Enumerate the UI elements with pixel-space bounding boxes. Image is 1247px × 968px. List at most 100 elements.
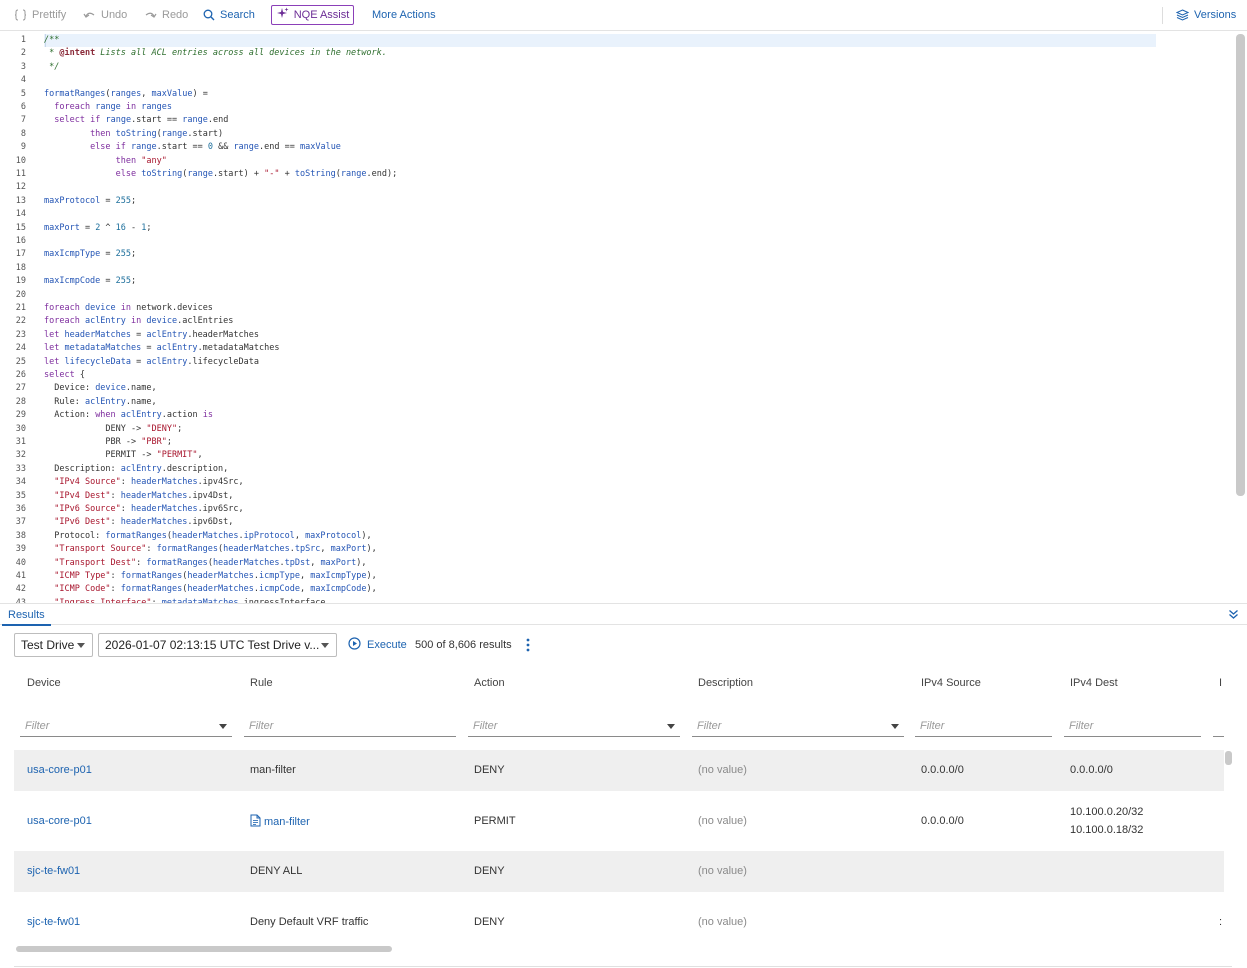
code-line[interactable]: foreach device in network.devices xyxy=(44,302,213,315)
code-line[interactable]: "Transport Dest": formatRanges(headerMat… xyxy=(44,557,366,570)
code-line[interactable]: maxPort = 2 ^ 16 - 1; xyxy=(44,222,152,235)
code-line[interactable]: formatRanges(ranges, maxValue) = xyxy=(44,88,208,101)
cell-ipv4-source: 0.0.0.0/0 xyxy=(921,815,964,827)
table-row[interactable]: sjc-te-fw01 Deny Default VRF traffic DEN… xyxy=(14,892,1224,933)
code-line[interactable]: Rule: aclEntry.name, xyxy=(44,396,156,409)
more-actions-button[interactable]: More Actions xyxy=(372,5,436,25)
code-token: "PBR" xyxy=(141,437,167,447)
table-vertical-scrollbar[interactable] xyxy=(1225,751,1232,765)
execute-button[interactable]: Execute xyxy=(348,637,407,653)
column-header-truncated[interactable]: I xyxy=(1219,677,1222,689)
code-token: .aclEntries xyxy=(177,316,234,327)
cell-device[interactable]: usa-core-p01 xyxy=(27,764,92,776)
code-line[interactable]: let headerMatches = aclEntry.headerMatch… xyxy=(44,329,259,342)
code-line[interactable]: else if range.start == 0 && range.end ==… xyxy=(44,141,341,154)
code-line[interactable]: /** xyxy=(44,34,59,47)
code-line[interactable]: "IPv6 Source": headerMatches.ipv6Src, xyxy=(44,503,243,516)
code-line[interactable]: foreach range in ranges xyxy=(44,101,172,114)
line-number: 17 xyxy=(15,249,26,260)
code-line[interactable]: then "any" xyxy=(44,155,167,168)
code-line[interactable]: Action: when aclEntry.action is xyxy=(44,409,213,422)
network-select[interactable]: Test Drive xyxy=(14,633,93,657)
filter-action[interactable]: Filter xyxy=(468,715,680,737)
code-line[interactable]: else toString(range.start) + "-" + toStr… xyxy=(44,168,398,181)
filter-ipv4-source[interactable]: Filter xyxy=(915,715,1052,737)
filter-description[interactable]: Filter xyxy=(692,715,904,737)
code-line[interactable]: select { xyxy=(44,369,85,382)
code-line[interactable]: Device: device.name, xyxy=(44,382,156,395)
column-header-description[interactable]: Description xyxy=(698,677,753,689)
code-token: DENY -> xyxy=(44,423,147,434)
cell-description: (no value) xyxy=(698,815,747,827)
caret-down-icon[interactable] xyxy=(219,724,227,729)
code-token: device xyxy=(95,383,126,394)
code-line[interactable]: PERMIT -> "PERMIT", xyxy=(44,449,202,462)
filter-rule[interactable]: Filter xyxy=(244,715,456,737)
code-token: .start) + xyxy=(212,169,265,179)
chevron-double-down-icon[interactable] xyxy=(1228,609,1239,623)
code-line[interactable]: foreach aclEntry in device.aclEntries xyxy=(44,315,233,328)
code-line[interactable]: select if range.start == range.end xyxy=(44,114,228,127)
table-row[interactable]: sjc-te-fw01 DENY ALL DENY (no value) xyxy=(14,851,1224,892)
table-horizontal-scrollbar[interactable] xyxy=(16,946,392,952)
prettify-button[interactable]: Prettify xyxy=(14,5,66,25)
cell-device[interactable]: sjc-te-fw01 xyxy=(27,865,80,877)
table-row[interactable]: usa-core-p01 man-filter PERMIT (no value… xyxy=(14,791,1224,851)
code-token: ; xyxy=(166,437,172,447)
column-header-ipv4-source[interactable]: IPv4 Source xyxy=(921,677,981,689)
code-token: maxProtocol xyxy=(44,195,101,206)
code-line[interactable]: let metadataMatches = aclEntry.metadataM… xyxy=(44,342,279,355)
code-line[interactable]: "Transport Source": formatRanges(headerM… xyxy=(44,543,377,556)
code-line[interactable]: PBR -> "PBR"; xyxy=(44,436,172,449)
code-line[interactable]: Protocol: formatRanges(headerMatches.ipP… xyxy=(44,530,371,543)
code-token: in xyxy=(131,316,142,327)
editor-scrollbar[interactable] xyxy=(1236,34,1245,496)
search-button[interactable]: Search xyxy=(203,5,255,25)
code-line[interactable]: maxProtocol = 255; xyxy=(44,195,136,208)
code-token: - xyxy=(125,222,142,233)
column-header-action[interactable]: Action xyxy=(474,677,505,689)
code-token: else xyxy=(115,169,137,179)
code-token: PERMIT -> xyxy=(44,450,157,461)
code-content[interactable]: /** * @intent Lists all ACL entries acro… xyxy=(44,33,1234,603)
code-line[interactable]: "IPv4 Dest": headerMatches.ipv4Dst, xyxy=(44,490,233,503)
caret-down-icon[interactable] xyxy=(667,724,675,729)
filter-ipv4-dest[interactable]: Filter xyxy=(1064,715,1201,737)
redo-button[interactable]: Redo xyxy=(144,5,188,25)
code-line[interactable]: maxIcmpCode = 255; xyxy=(44,275,136,288)
code-line[interactable]: "IPv4 Source": headerMatches.ipv4Src, xyxy=(44,476,243,489)
code-line[interactable]: DENY -> "DENY"; xyxy=(44,423,182,436)
column-header-rule[interactable]: Rule xyxy=(250,677,273,689)
line-number: 5 xyxy=(20,88,26,99)
kebab-menu-icon[interactable] xyxy=(526,638,530,655)
filter-device[interactable]: Filter xyxy=(20,715,232,737)
snapshot-select[interactable]: 2026-01-07 02:13:15 UTC Test Drive v... xyxy=(98,633,337,657)
cell-rule[interactable]: man-filter xyxy=(250,814,310,830)
line-number: 28 xyxy=(15,396,26,407)
code-line[interactable]: then toString(range.start) xyxy=(44,128,223,141)
undo-button[interactable]: Undo xyxy=(83,5,127,25)
code-token: tpDst xyxy=(284,557,311,568)
nqe-assist-button[interactable]: NQE Assist xyxy=(271,5,354,25)
cell-device[interactable]: usa-core-p01 xyxy=(27,815,92,827)
cell-device[interactable]: sjc-te-fw01 xyxy=(27,916,80,928)
column-header-ipv4-dest[interactable]: IPv4 Dest xyxy=(1070,677,1118,689)
code-line[interactable]: Description: aclEntry.description, xyxy=(44,463,228,476)
code-line[interactable]: "ICMP Type": formatRanges(headerMatches.… xyxy=(44,570,377,583)
tab-results[interactable]: Results xyxy=(2,604,51,626)
code-line[interactable]: */ xyxy=(44,61,59,74)
code-line[interactable]: let lifecycleData = aclEntry.lifecycleDa… xyxy=(44,356,259,369)
code-token: .end); xyxy=(366,169,398,179)
line-number: 1 xyxy=(20,35,26,45)
code-line[interactable]: "IPv6 Dest": headerMatches.ipv6Dst, xyxy=(44,516,233,529)
filter-truncated[interactable] xyxy=(1213,715,1224,737)
table-row[interactable]: usa-core-p01 man-filter DENY (no value) … xyxy=(14,750,1224,791)
code-line[interactable]: maxIcmpType = 255; xyxy=(44,248,136,261)
caret-down-icon[interactable] xyxy=(891,724,899,729)
code-editor[interactable]: 1 2 3 4 5 6 7 8 9 10 11 12 13 14 15 16 17 18 19 20 21 22 23 24 2… xyxy=(0,33,1247,603)
column-header-device[interactable]: Device xyxy=(27,677,61,689)
versions-label: Versions xyxy=(1194,9,1237,21)
code-line[interactable]: "ICMP Code": formatRanges(headerMatches.… xyxy=(44,583,377,596)
versions-button[interactable]: Versions xyxy=(1176,5,1236,25)
code-line[interactable]: * @intent Lists all ACL entries across a… xyxy=(44,47,387,60)
